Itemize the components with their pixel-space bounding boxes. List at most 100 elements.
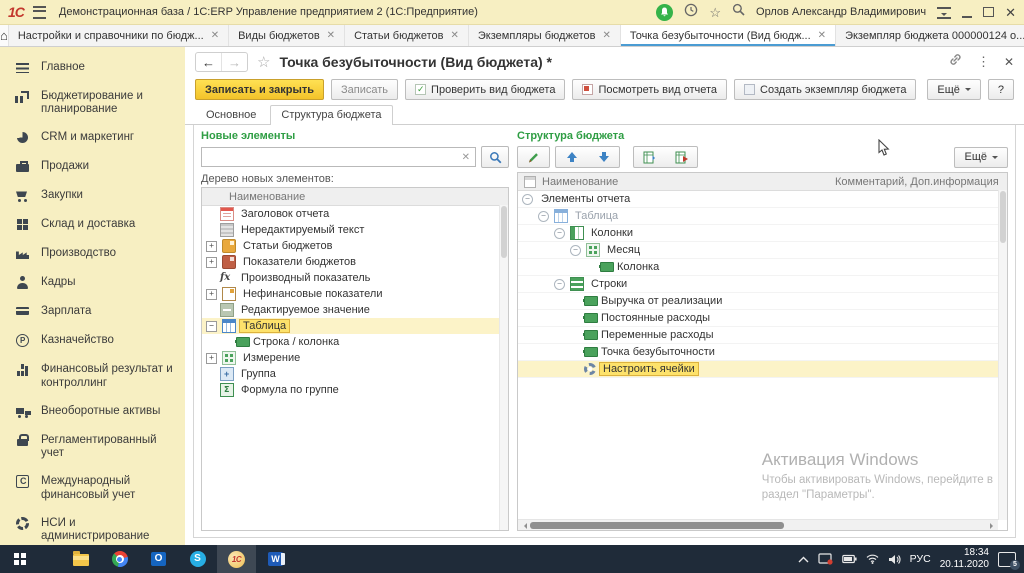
- tree-row[interactable]: Заголовок отчета: [202, 206, 508, 222]
- create-budget-instance-button[interactable]: Создать экземпляр бюджета: [734, 79, 916, 100]
- tree-row[interactable]: Формула по группе: [202, 382, 508, 398]
- expander-icon[interactable]: +: [206, 241, 217, 252]
- tab-close-icon[interactable]: ✕: [450, 30, 458, 41]
- minimize-button[interactable]: [962, 7, 972, 18]
- subtab-2[interactable]: Структура бюджета: [270, 105, 392, 125]
- app-tab[interactable]: Настройки и справочники по бюдж...✕: [9, 25, 229, 46]
- sidebar-item-treasury[interactable]: Казначейство: [0, 326, 185, 355]
- taskbar-word[interactable]: W: [256, 545, 295, 573]
- taskbar-explorer[interactable]: [61, 545, 100, 573]
- current-user[interactable]: Орлов Александр Владимирович: [756, 6, 926, 18]
- close-form-icon[interactable]: ✕: [1004, 55, 1014, 69]
- sidebar-item-finresult[interactable]: Финансовый результат и контроллинг: [0, 355, 185, 396]
- taskbar-start-button[interactable]: [0, 545, 39, 573]
- sidebar-item-ifrs[interactable]: Международный финансовый учет: [0, 467, 185, 508]
- expander-icon[interactable]: −: [538, 211, 549, 222]
- tree-row[interactable]: −Таблица: [518, 208, 1007, 225]
- app-tab[interactable]: Экземпляр бюджета 000000124 о...✕: [836, 25, 1024, 46]
- expander-icon[interactable]: +: [206, 353, 217, 364]
- tab-close-icon[interactable]: ✕: [211, 30, 219, 41]
- service-menu-icon[interactable]: [937, 7, 951, 19]
- tree-row[interactable]: Настроить ячейки: [518, 361, 1007, 378]
- save-and-close-button[interactable]: Записать и закрыть: [195, 79, 324, 100]
- tree-row[interactable]: Производный показатель: [202, 270, 508, 286]
- tree-row[interactable]: Выручка от реализации: [518, 293, 1007, 310]
- tree-row[interactable]: Редактируемое значение: [202, 302, 508, 318]
- battery-icon[interactable]: [842, 554, 857, 564]
- expander-icon[interactable]: +: [206, 289, 217, 300]
- grid-settings-icon[interactable]: [524, 176, 536, 188]
- sidebar-item-menu[interactable]: Главное: [0, 53, 185, 82]
- wifi-icon[interactable]: [866, 554, 879, 564]
- tree-row[interactable]: Переменные расходы: [518, 327, 1007, 344]
- tree-row[interactable]: +Измерение: [202, 350, 508, 366]
- tray-expand-icon[interactable]: [798, 556, 809, 563]
- sidebar-item-admin[interactable]: НСИ и администрирование: [0, 509, 185, 545]
- structure-more-button[interactable]: Ещё: [954, 147, 1008, 168]
- tree-row[interactable]: +Нефинансовые показатели: [202, 286, 508, 302]
- tray-app-icon[interactable]: [818, 553, 833, 565]
- tree-row[interactable]: −Месяц: [518, 242, 1007, 259]
- sidebar-item-crm[interactable]: CRM и маркетинг: [0, 123, 185, 152]
- edit-pencil-button[interactable]: [517, 146, 550, 168]
- excel-import-button[interactable]: [634, 147, 665, 167]
- excel-export-button[interactable]: [666, 147, 697, 167]
- app-tab[interactable]: Статьи бюджетов✕: [345, 25, 469, 46]
- volume-icon[interactable]: [888, 554, 901, 565]
- expander-icon[interactable]: −: [206, 321, 217, 332]
- clear-search-icon[interactable]: ✕: [462, 152, 470, 163]
- expander-icon[interactable]: −: [554, 279, 565, 290]
- taskbar-1c-active[interactable]: 1С: [217, 545, 256, 573]
- home-tab[interactable]: ⌂: [0, 25, 9, 46]
- sidebar-item-hr[interactable]: Кадры: [0, 268, 185, 297]
- tree-row[interactable]: −Таблица: [202, 318, 508, 334]
- move-up-button[interactable]: [556, 147, 587, 167]
- keyboard-language[interactable]: РУС: [910, 553, 931, 565]
- sidebar-item-salary[interactable]: Зарплата: [0, 297, 185, 326]
- taskbar-chrome[interactable]: [100, 545, 139, 573]
- more-button[interactable]: Ещё: [927, 79, 981, 100]
- move-down-button[interactable]: [588, 147, 619, 167]
- sidebar-item-planning[interactable]: Бюджетирование и планирование: [0, 82, 185, 123]
- add-favorite-star-icon[interactable]: ☆: [257, 53, 270, 71]
- more-actions-icon[interactable]: ⋮: [977, 54, 990, 70]
- view-report-kind-button[interactable]: Посмотреть вид отчета: [572, 79, 727, 100]
- action-center-icon[interactable]: 5: [998, 552, 1016, 567]
- tab-close-icon[interactable]: ✕: [818, 30, 826, 41]
- sidebar-item-regulated[interactable]: Регламентированный учет: [0, 426, 185, 467]
- vertical-scrollbar[interactable]: [499, 205, 508, 530]
- taskbar-outlook[interactable]: O: [139, 545, 178, 573]
- tree-row[interactable]: −Строки: [518, 276, 1007, 293]
- expander-icon[interactable]: −: [570, 245, 581, 256]
- get-link-icon[interactable]: [948, 52, 963, 72]
- sidebar-item-sales[interactable]: Продажи: [0, 152, 185, 181]
- vertical-scrollbar[interactable]: [998, 190, 1007, 520]
- expander-icon[interactable]: −: [554, 228, 565, 239]
- search-icon[interactable]: [732, 3, 745, 21]
- back-button[interactable]: ←: [196, 53, 221, 71]
- close-window-button[interactable]: ✕: [1005, 6, 1016, 19]
- check-budget-kind-button[interactable]: Проверить вид бюджета: [405, 79, 565, 100]
- subtab-1[interactable]: Основное: [195, 105, 267, 124]
- main-menu-icon[interactable]: [33, 6, 46, 19]
- tree-row[interactable]: +Статьи бюджетов: [202, 238, 508, 254]
- search-button[interactable]: [481, 146, 509, 168]
- help-button[interactable]: ?: [988, 79, 1014, 100]
- tree-row[interactable]: Строка / колонка: [202, 334, 508, 350]
- tree-row[interactable]: Постоянные расходы: [518, 310, 1007, 327]
- tree-row[interactable]: +Показатели бюджетов: [202, 254, 508, 270]
- app-tab[interactable]: Виды бюджетов✕: [229, 25, 345, 46]
- app-tab[interactable]: Экземпляры бюджетов✕: [469, 25, 621, 46]
- tab-close-icon[interactable]: ✕: [602, 30, 610, 41]
- tree-row[interactable]: Точка безубыточности: [518, 344, 1007, 361]
- tree-row[interactable]: −Колонки: [518, 225, 1007, 242]
- tree-row[interactable]: Колонка: [518, 259, 1007, 276]
- expander-icon[interactable]: +: [206, 257, 217, 268]
- favorites-star-icon[interactable]: ☆: [709, 6, 721, 19]
- tree-row[interactable]: Нередактируемый текст: [202, 222, 508, 238]
- expander-icon[interactable]: −: [522, 194, 533, 205]
- maximize-button[interactable]: [983, 7, 994, 17]
- search-input[interactable]: [207, 150, 462, 164]
- taskbar-skype[interactable]: S: [178, 545, 217, 573]
- app-tab[interactable]: Точка безубыточности (Вид бюдж...✕: [621, 25, 836, 46]
